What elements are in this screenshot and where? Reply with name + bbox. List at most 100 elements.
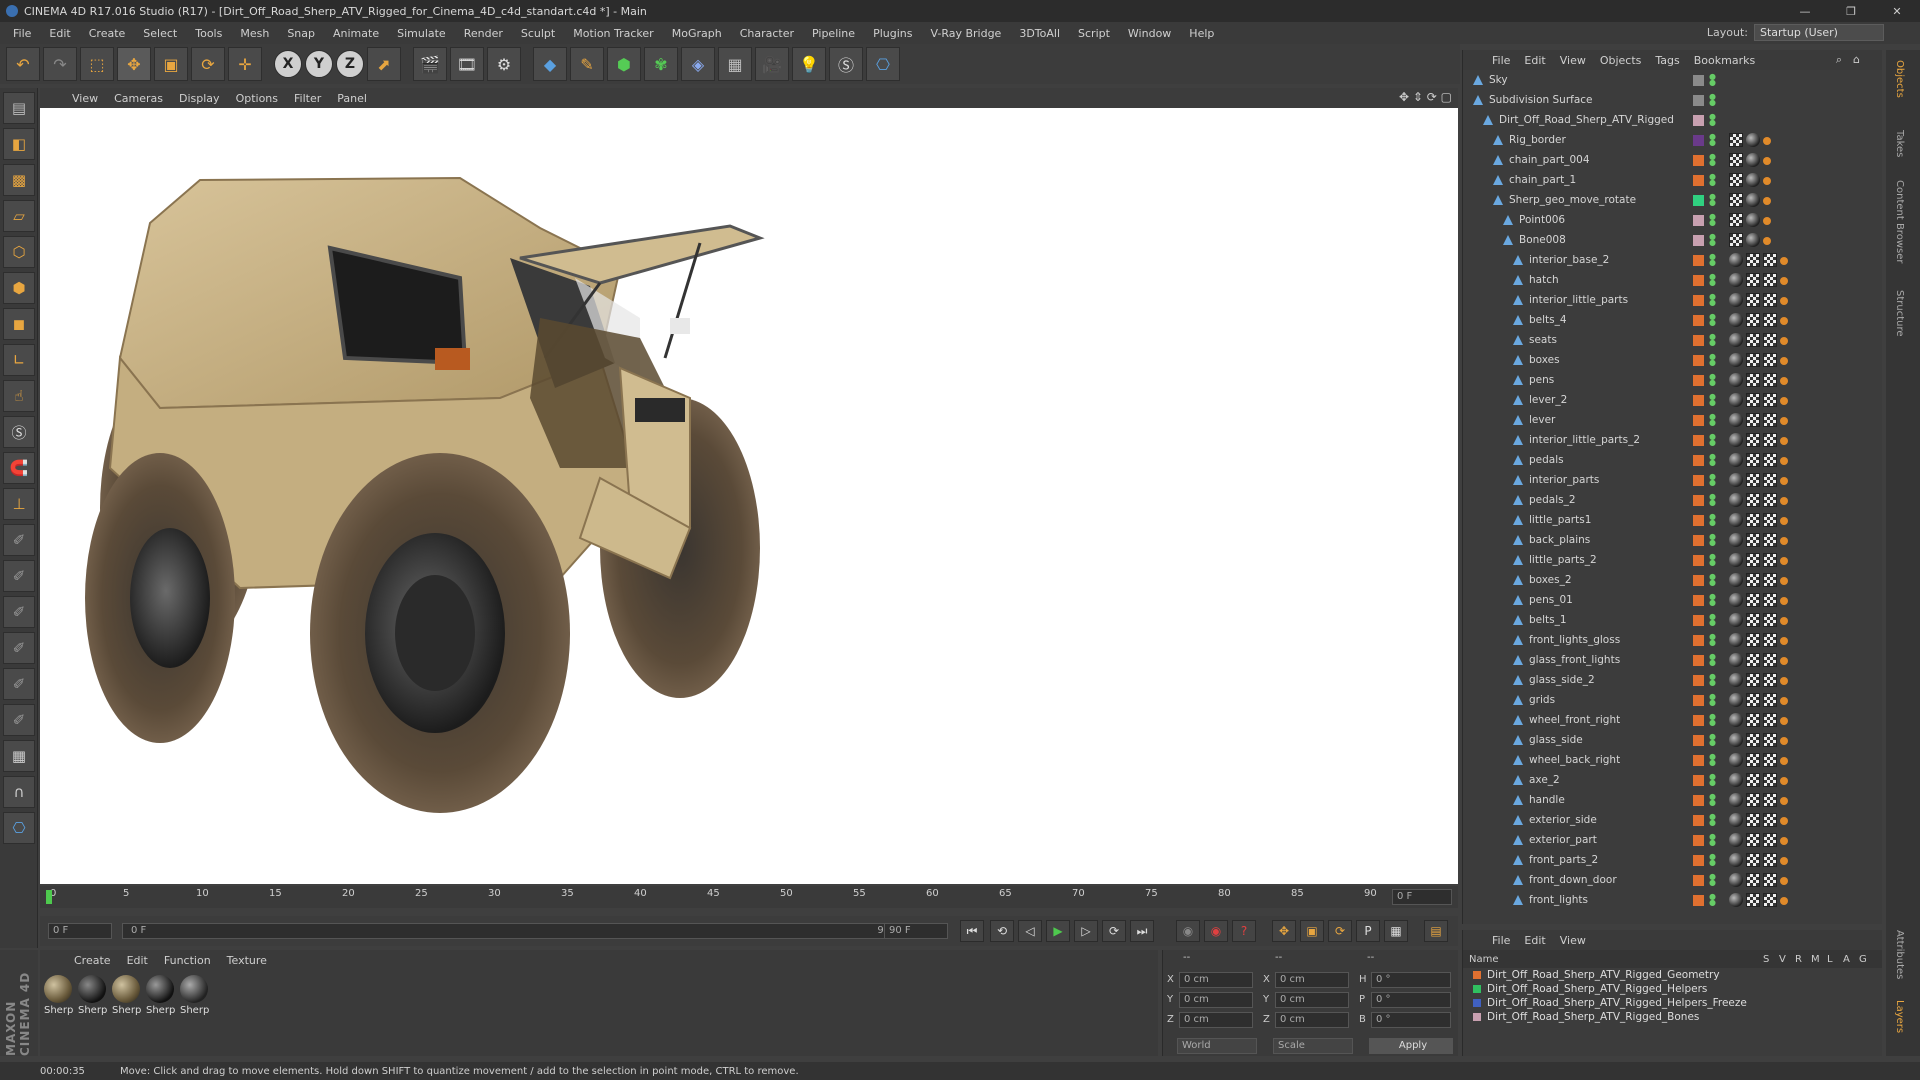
layer-color-swatch[interactable]	[1693, 394, 1704, 406]
material-tag-icon[interactable]	[1729, 493, 1743, 507]
layer-color-swatch[interactable]	[1693, 334, 1704, 346]
layer-color-swatch[interactable]	[1693, 274, 1704, 286]
subdivision-icon[interactable]: ⬢	[607, 47, 641, 81]
autokey-icon[interactable]: ◉	[1204, 920, 1228, 942]
layer-color-swatch[interactable]	[1693, 174, 1704, 186]
layer-row[interactable]: Dirt_Off_Road_Sherp_ATV_Rigged_Helpers	[1463, 982, 1882, 996]
visibility-dots-icon[interactable]: ● ●	[1709, 453, 1716, 467]
texture-tag-icon[interactable]	[1763, 293, 1777, 307]
texture-tag-icon[interactable]	[1746, 813, 1760, 827]
visibility-dots-icon[interactable]: ● ●	[1709, 813, 1716, 827]
visibility-dots-icon[interactable]: ● ●	[1709, 193, 1716, 207]
orange-tag-icon[interactable]	[1780, 517, 1788, 525]
texture-tag-icon[interactable]	[1763, 613, 1777, 627]
texture-tag-icon[interactable]	[1763, 373, 1777, 387]
key-position-icon[interactable]: ✥	[1272, 920, 1296, 942]
position-z-field[interactable]: 0 cm	[1179, 1012, 1253, 1028]
visibility-dots-icon[interactable]: ● ●	[1709, 513, 1716, 527]
next-key-icon[interactable]: ⟳	[1102, 920, 1126, 942]
texture-tag-icon[interactable]	[1763, 793, 1777, 807]
visibility-dots-icon[interactable]: ● ●	[1709, 173, 1716, 187]
object-row[interactable]: grids ● ●	[1463, 690, 1882, 710]
layer-color-swatch[interactable]	[1693, 754, 1704, 766]
visibility-dots-icon[interactable]: ● ●	[1709, 113, 1716, 127]
material-tag-icon[interactable]	[1729, 473, 1743, 487]
material-tag-icon[interactable]	[1746, 233, 1760, 247]
texture-tag-icon[interactable]	[1746, 293, 1760, 307]
layer-color-swatch[interactable]	[1693, 734, 1704, 746]
object-menu-tags[interactable]: Tags	[1648, 54, 1686, 67]
close-button[interactable]: ✕	[1874, 0, 1920, 22]
polygons-mode-icon[interactable]: ◼	[3, 308, 35, 340]
texture-tag-icon[interactable]	[1746, 873, 1760, 887]
object-row[interactable]: lever_2 ● ●	[1463, 390, 1882, 410]
material-tag-icon[interactable]	[1729, 253, 1743, 267]
orange-tag-icon[interactable]	[1780, 657, 1788, 665]
checker-lock-icon[interactable]: ▦	[3, 740, 35, 772]
texture-tag-icon[interactable]	[1763, 273, 1777, 287]
layer-color-swatch[interactable]	[1693, 654, 1704, 666]
orange-tag-icon[interactable]	[1780, 777, 1788, 785]
object-row[interactable]: lever ● ●	[1463, 410, 1882, 430]
material-tag-icon[interactable]	[1729, 273, 1743, 287]
texture-tag-icon[interactable]	[1746, 393, 1760, 407]
object-row[interactable]: pedals_2 ● ●	[1463, 490, 1882, 510]
texture-tag-icon[interactable]	[1763, 593, 1777, 607]
tab-content-browser[interactable]: Content Browser	[1894, 180, 1905, 263]
object-menu-view[interactable]: View	[1553, 54, 1593, 67]
texture-tag-icon[interactable]	[1763, 333, 1777, 347]
viewport-menu-cameras[interactable]: Cameras	[106, 92, 171, 105]
tweak-mode-icon[interactable]: ☝	[3, 380, 35, 412]
object-row[interactable]: wheel_front_right ● ●	[1463, 710, 1882, 730]
start-frame-field[interactable]: 0 F	[48, 923, 112, 939]
object-row[interactable]: interior_little_parts ● ●	[1463, 290, 1882, 310]
object-row[interactable]: little_parts_2 ● ●	[1463, 550, 1882, 570]
layer-menu-view[interactable]: View	[1553, 934, 1593, 947]
size-z-field[interactable]: 0 cm	[1275, 1012, 1349, 1028]
layer-color-swatch[interactable]	[1693, 434, 1704, 446]
rotate-tool-icon[interactable]: ⟳	[191, 47, 225, 81]
sculpt-brush-4-icon[interactable]: ✐	[3, 632, 35, 664]
texture-tag-icon[interactable]	[1763, 313, 1777, 327]
layer-color-swatch[interactable]	[1473, 999, 1481, 1007]
orange-tag-icon[interactable]	[1780, 417, 1788, 425]
layer-color-swatch[interactable]	[1693, 674, 1704, 686]
object-menu-edit[interactable]: Edit	[1517, 54, 1552, 67]
texture-tag-icon[interactable]	[1746, 373, 1760, 387]
visibility-dots-icon[interactable]: ● ●	[1709, 773, 1716, 787]
object-row[interactable]: exterior_part ● ●	[1463, 830, 1882, 850]
material-tag-icon[interactable]	[1729, 573, 1743, 587]
viewport-menu-filter[interactable]: Filter	[286, 92, 329, 105]
material-tag-icon[interactable]	[1729, 813, 1743, 827]
texture-tag-icon[interactable]	[1763, 853, 1777, 867]
material-tag-icon[interactable]	[1729, 293, 1743, 307]
material-tag-icon[interactable]	[1729, 693, 1743, 707]
menu-window[interactable]: Window	[1119, 27, 1180, 40]
menu-create[interactable]: Create	[80, 27, 135, 40]
layer-color-swatch[interactable]	[1693, 314, 1704, 326]
go-to-end-icon[interactable]: ⏭	[1130, 920, 1154, 942]
floor-icon[interactable]: ▦	[718, 47, 752, 81]
visibility-dots-icon[interactable]: ● ●	[1709, 433, 1716, 447]
layer-menu-edit[interactable]: Edit	[1517, 934, 1552, 947]
material-tag-icon[interactable]	[1729, 533, 1743, 547]
edges-mode-icon[interactable]: ⬢	[3, 272, 35, 304]
layer-color-swatch[interactable]	[1693, 94, 1704, 106]
layer-color-swatch[interactable]	[1693, 354, 1704, 366]
material-tag-icon[interactable]	[1746, 173, 1760, 187]
layer-row[interactable]: Dirt_Off_Road_Sherp_ATV_Rigged_Bones	[1463, 1010, 1882, 1024]
tab-layers[interactable]: Layers	[1894, 1000, 1905, 1033]
visibility-dots-icon[interactable]: ● ●	[1709, 533, 1716, 547]
material-tag-icon[interactable]	[1746, 193, 1760, 207]
texture-tag-icon[interactable]	[1763, 633, 1777, 647]
timeline-window-icon[interactable]: ▤	[1424, 920, 1448, 942]
visibility-dots-icon[interactable]: ● ●	[1709, 493, 1716, 507]
model-mode-icon[interactable]: ◧	[3, 128, 35, 160]
next-frame-icon[interactable]: ▷	[1074, 920, 1098, 942]
material-tag-icon[interactable]	[1729, 393, 1743, 407]
key-rotation-icon[interactable]: ⟳	[1328, 920, 1352, 942]
texture-tag-icon[interactable]	[1763, 773, 1777, 787]
orange-tag-icon[interactable]	[1780, 257, 1788, 265]
orange-tag-icon[interactable]	[1780, 317, 1788, 325]
texture-tag-icon[interactable]	[1763, 873, 1777, 887]
